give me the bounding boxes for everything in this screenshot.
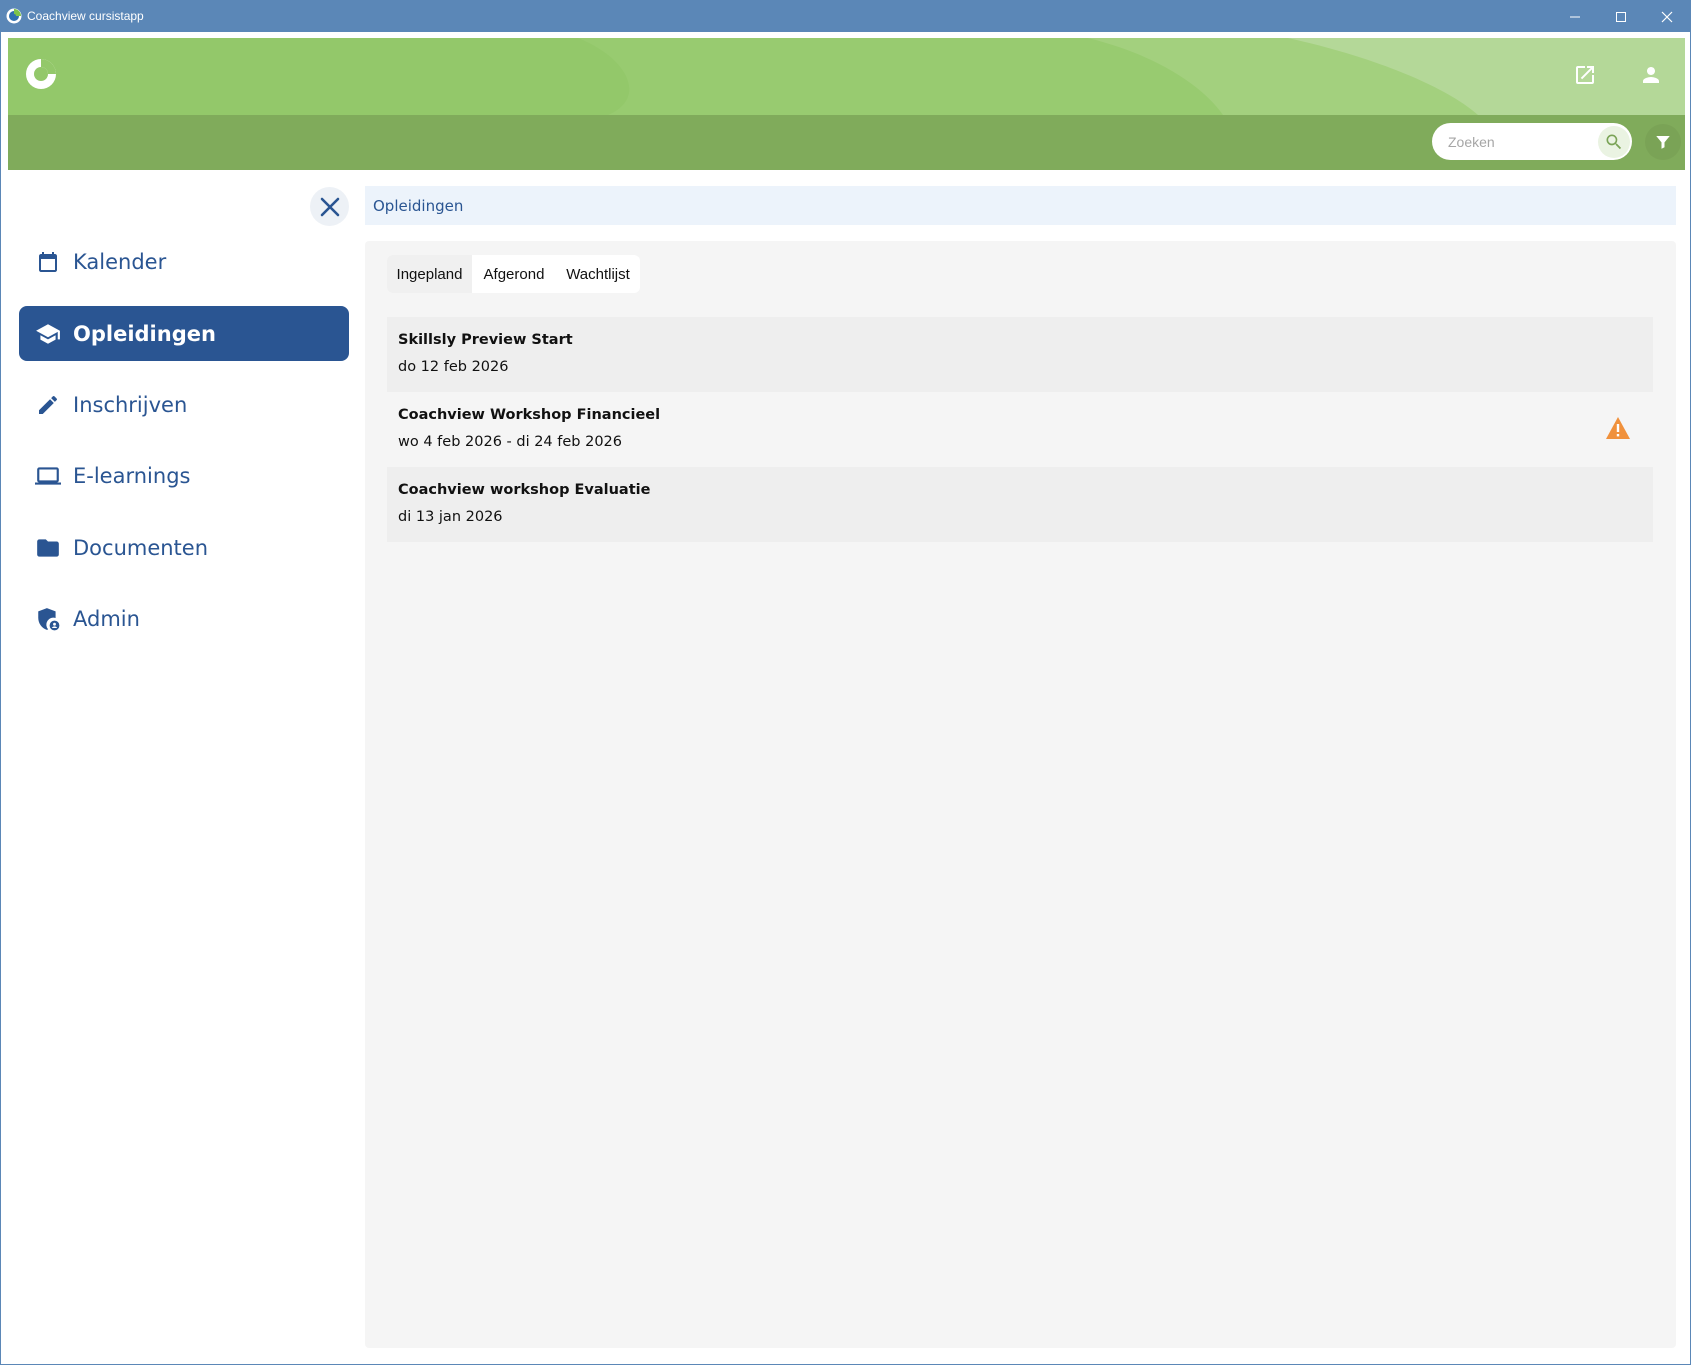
folder-icon bbox=[35, 535, 61, 561]
app-window: Coachview cursistapp Zoeken Kalender Opl… bbox=[0, 0, 1691, 1365]
window-title: Coachview cursistapp bbox=[27, 9, 144, 23]
tab-afgerond[interactable]: Afgerond bbox=[472, 255, 556, 293]
warning-icon bbox=[1606, 417, 1630, 439]
tab-wachtlijst[interactable]: Wachtlijst bbox=[556, 255, 640, 293]
tab-bar: Ingepland Afgerond Wachtlijst bbox=[387, 255, 640, 293]
laptop-icon bbox=[35, 463, 61, 489]
course-date: di 13 jan 2026 bbox=[398, 509, 503, 525]
sidebar-item-kalender[interactable]: Kalender bbox=[19, 234, 349, 289]
course-title: Coachview Workshop Financieel bbox=[398, 407, 661, 423]
breadcrumb-current[interactable]: Opleidingen bbox=[373, 197, 463, 215]
app-header bbox=[8, 38, 1685, 170]
sidebar-item-label: E-learnings bbox=[73, 463, 191, 488]
sidebar-item-opleidingen[interactable]: Opleidingen bbox=[19, 306, 349, 361]
sidebar-item-admin[interactable]: Admin bbox=[19, 591, 349, 646]
search-button[interactable] bbox=[1598, 126, 1630, 158]
list-item[interactable]: Skillsly Preview Start do 12 feb 2026 bbox=[387, 317, 1653, 392]
sidebar-item-inschrijven[interactable]: Inschrijven bbox=[19, 377, 349, 432]
sidebar-item-label: Admin bbox=[73, 606, 140, 631]
minimize-button[interactable] bbox=[1552, 1, 1598, 32]
search-icon bbox=[1606, 134, 1622, 150]
filter-button[interactable] bbox=[1645, 124, 1681, 160]
search-box bbox=[1432, 123, 1632, 160]
tab-ingepland[interactable]: Ingepland bbox=[387, 255, 472, 293]
close-menu-button[interactable] bbox=[310, 187, 349, 226]
title-bar: Coachview cursistapp bbox=[1, 1, 1690, 32]
graduation-cap-icon bbox=[35, 321, 61, 347]
close-icon bbox=[320, 197, 339, 216]
shield-user-icon bbox=[35, 606, 61, 632]
minimize-icon bbox=[1570, 16, 1580, 17]
main-panel: Ingepland Afgerond Wachtlijst Skillsly P… bbox=[365, 241, 1676, 1348]
header-decoration bbox=[578, 38, 1685, 115]
user-icon bbox=[1643, 67, 1659, 83]
course-date: wo 4 feb 2026 - di 24 feb 2026 bbox=[398, 434, 623, 450]
sidebar-item-label: Inschrijven bbox=[73, 392, 188, 417]
coachview-logo-icon[interactable] bbox=[24, 57, 58, 91]
sidebar-item-label: Opleidingen bbox=[73, 321, 216, 346]
sidebar-item-label: Kalender bbox=[73, 249, 167, 274]
sidebar-item-e-learnings[interactable]: E-learnings bbox=[19, 448, 349, 503]
sidebar-item-documenten[interactable]: Documenten bbox=[19, 520, 349, 575]
close-icon bbox=[1661, 11, 1673, 22]
app-logo-icon bbox=[6, 8, 22, 24]
close-window-button[interactable] bbox=[1644, 1, 1690, 32]
course-title: Skillsly Preview Start bbox=[398, 332, 573, 348]
calendar-icon bbox=[35, 249, 61, 275]
course-date: do 12 feb 2026 bbox=[398, 359, 509, 375]
user-profile-button[interactable] bbox=[1635, 59, 1667, 91]
maximize-button[interactable] bbox=[1598, 1, 1644, 32]
maximize-icon bbox=[1616, 11, 1626, 22]
breadcrumb: Opleidingen bbox=[365, 186, 1676, 225]
list-item[interactable]: Coachview Workshop Financieel wo 4 feb 2… bbox=[387, 392, 1653, 467]
open-external-button[interactable] bbox=[1569, 59, 1601, 91]
course-title: Coachview workshop Evaluatie bbox=[398, 482, 651, 498]
pencil-icon bbox=[35, 392, 61, 418]
list-item[interactable]: Coachview workshop Evaluatie di 13 jan 2… bbox=[387, 467, 1653, 542]
sidebar-item-label: Documenten bbox=[73, 535, 209, 560]
filter-icon bbox=[1656, 136, 1670, 149]
open-external-icon bbox=[1576, 66, 1594, 84]
search-input[interactable] bbox=[1432, 123, 1592, 160]
